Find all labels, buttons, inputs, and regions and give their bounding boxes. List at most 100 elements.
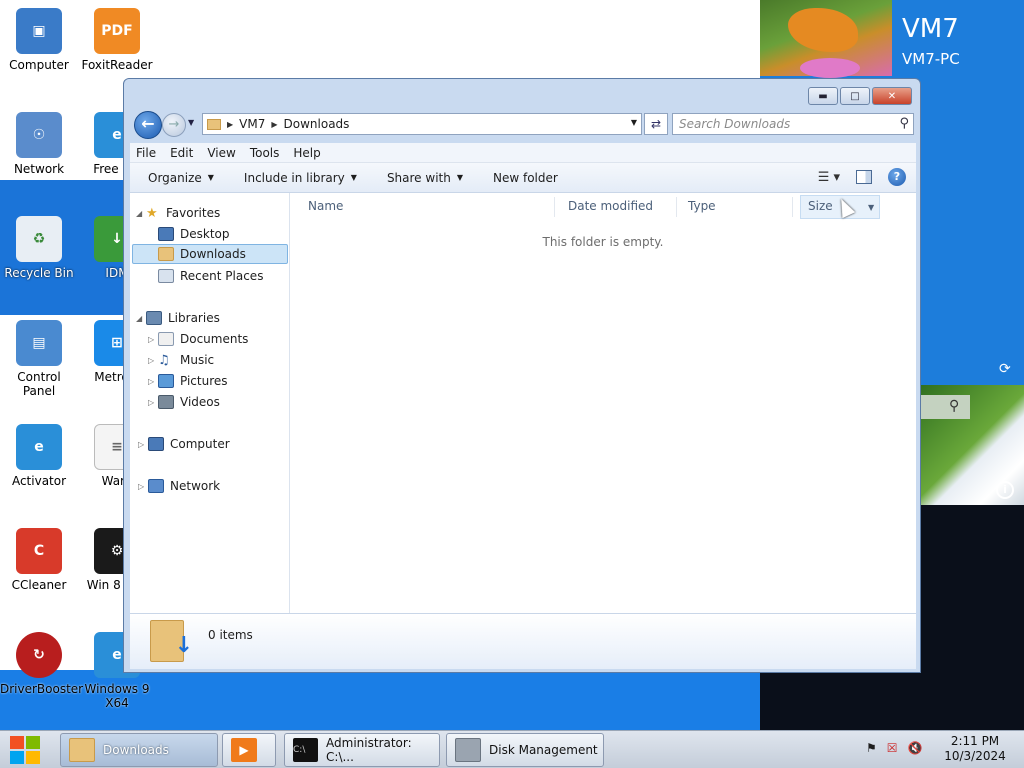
collapsed-icon[interactable]: ▷ bbox=[148, 377, 158, 386]
taskbar-item-command-prompt[interactable]: C:\ Administrator: C:\... bbox=[284, 733, 440, 767]
view-controls: ☰ ▾ ? bbox=[818, 168, 906, 186]
desktop-icon-activator[interactable]: e Activator bbox=[0, 424, 78, 488]
breadcrumb-arrow-icon[interactable]: ▶ bbox=[227, 120, 233, 129]
music-icon: ♫ bbox=[158, 353, 170, 368]
system-tray: ⚑ ☒ 🔇 bbox=[866, 741, 922, 755]
recycle-bin-icon: ♻ bbox=[16, 216, 62, 262]
ccleaner-icon: C bbox=[16, 528, 62, 574]
menu-help[interactable]: Help bbox=[293, 146, 320, 160]
tile-search-box[interactable] bbox=[920, 395, 970, 419]
collapsed-icon[interactable]: ▷ bbox=[148, 398, 158, 407]
breadcrumb-vm7[interactable]: VM7 bbox=[239, 117, 265, 131]
column-divider[interactable] bbox=[554, 197, 555, 217]
column-filter-dropdown-icon[interactable]: ▼ bbox=[868, 203, 874, 221]
help-icon[interactable]: ? bbox=[888, 168, 906, 186]
dropdown-icon: ▼ bbox=[456, 173, 463, 182]
computer-icon bbox=[148, 437, 164, 451]
breadcrumb-arrow-icon[interactable]: ▶ bbox=[271, 120, 277, 129]
navigation-pane: ◢ ★ Favorites Desktop Downloads Recent P… bbox=[130, 193, 290, 613]
file-list[interactable]: Name Date modified Type Size ▼ This fold… bbox=[290, 193, 916, 613]
desktop-icon-foxitreader[interactable]: PDF FoxitReader bbox=[78, 8, 156, 72]
desktop-icon-recycle-bin[interactable]: ♻ Recycle Bin bbox=[0, 216, 78, 280]
tree-item-music[interactable]: ▷ ♫ Music bbox=[148, 350, 214, 370]
desktop-icon-computer[interactable]: ▣ Computer bbox=[0, 8, 78, 72]
disk-management-icon bbox=[455, 738, 481, 762]
navigation-bar: ← → ▼ ▶ VM7 ▶ Downloads ▼ ⇄ Search Downl… bbox=[130, 109, 916, 139]
search-icon[interactable]: ⚲ bbox=[949, 398, 959, 414]
column-type[interactable]: Type bbox=[688, 199, 716, 217]
organize-button[interactable]: Organize ▼ bbox=[148, 171, 214, 185]
tree-libraries[interactable]: ◢ Libraries bbox=[136, 308, 220, 328]
collapsed-icon[interactable]: ▷ bbox=[148, 356, 158, 365]
vm-name: VM7 bbox=[902, 14, 959, 44]
back-button[interactable]: ← bbox=[134, 111, 162, 139]
tree-item-documents[interactable]: ▷ Documents bbox=[148, 329, 248, 349]
start-button[interactable] bbox=[8, 735, 42, 765]
desktop-icon-ccleaner[interactable]: C CCleaner bbox=[0, 528, 78, 592]
menu-edit[interactable]: Edit bbox=[170, 146, 193, 160]
menu-tools[interactable]: Tools bbox=[250, 146, 280, 160]
maximize-button[interactable]: □ bbox=[840, 87, 870, 105]
column-divider[interactable] bbox=[792, 197, 793, 217]
breadcrumb-downloads[interactable]: Downloads bbox=[284, 117, 350, 131]
column-divider[interactable] bbox=[676, 197, 677, 217]
history-dropdown-icon[interactable]: ▼ bbox=[188, 118, 194, 127]
search-icon[interactable]: ⚲ bbox=[899, 116, 909, 131]
expanded-icon[interactable]: ◢ bbox=[136, 314, 146, 323]
column-date-modified[interactable]: Date modified bbox=[568, 199, 653, 217]
desktop-icon-driverbooster[interactable]: ↻ DriverBooster bbox=[0, 632, 83, 696]
address-bar[interactable]: ▶ VM7 ▶ Downloads ▼ bbox=[202, 113, 642, 135]
expanded-icon[interactable]: ◢ bbox=[136, 209, 146, 218]
forward-button[interactable]: → bbox=[162, 113, 186, 137]
taskbar-item-downloads[interactable]: Downloads bbox=[60, 733, 218, 767]
column-name[interactable]: Name bbox=[308, 199, 343, 217]
refresh-icon[interactable]: ⟳ bbox=[999, 361, 1011, 377]
vm-subtitle: VM7-PC bbox=[902, 50, 960, 68]
tree-network[interactable]: ▷ Network bbox=[138, 476, 220, 496]
explorer-window: ▬ □ ✕ ← → ▼ ▶ VM7 ▶ Downloads ▼ ⇄ Search… bbox=[123, 78, 921, 673]
menu-bar: File Edit View Tools Help bbox=[130, 143, 916, 163]
flag-icon[interactable]: ⚑ bbox=[866, 741, 877, 755]
taskbar-item-disk-management[interactable]: Disk Management bbox=[446, 733, 604, 767]
column-size[interactable]: Size bbox=[808, 199, 833, 217]
clock-time: 2:11 PM bbox=[950, 734, 1000, 748]
include-in-library-button[interactable]: Include in library ▼ bbox=[244, 171, 357, 185]
details-pane: ↓ 0 items bbox=[130, 613, 916, 669]
search-input[interactable]: Search Downloads ⚲ bbox=[672, 113, 914, 135]
clock[interactable]: 2:11 PM 10/3/2024 bbox=[940, 734, 1010, 764]
refresh-button[interactable]: ⇄ bbox=[644, 113, 668, 135]
tree-item-downloads[interactable]: Downloads bbox=[132, 244, 288, 264]
tree-favorites[interactable]: ◢ ★ Favorites bbox=[136, 203, 220, 223]
network-status-icon[interactable]: ☒ bbox=[887, 741, 898, 755]
volume-muted-icon[interactable]: 🔇 bbox=[908, 741, 923, 755]
tree-computer[interactable]: ▷ Computer bbox=[138, 434, 230, 454]
star-icon: ★ bbox=[146, 206, 158, 221]
menu-view[interactable]: View bbox=[207, 146, 235, 160]
change-view-icon[interactable]: ☰ ▾ bbox=[818, 170, 840, 185]
tree-item-recent-places[interactable]: Recent Places bbox=[158, 266, 263, 286]
desktop-icon-control-panel[interactable]: ▤ Control Panel bbox=[0, 320, 78, 398]
collapsed-icon[interactable]: ▷ bbox=[138, 440, 148, 449]
close-button[interactable]: ✕ bbox=[872, 87, 912, 105]
new-folder-button[interactable]: New folder bbox=[493, 171, 558, 185]
collapsed-icon[interactable]: ▷ bbox=[148, 335, 158, 344]
tree-item-videos[interactable]: ▷ Videos bbox=[148, 392, 220, 412]
info-icon[interactable]: i bbox=[996, 481, 1014, 499]
folder-icon bbox=[207, 118, 221, 130]
taskbar: Downloads ▶ C:\ Administrator: C:\... Di… bbox=[0, 730, 1024, 768]
driverbooster-icon: ↻ bbox=[16, 632, 62, 678]
share-with-button[interactable]: Share with ▼ bbox=[387, 171, 463, 185]
computer-icon: ▣ bbox=[16, 8, 62, 54]
preview-pane-icon[interactable] bbox=[856, 170, 872, 184]
collapsed-icon[interactable]: ▷ bbox=[138, 482, 148, 491]
taskbar-item-media-player[interactable]: ▶ bbox=[222, 733, 276, 767]
butterfly-image-tile bbox=[760, 0, 892, 78]
tree-item-pictures[interactable]: ▷ Pictures bbox=[148, 371, 228, 391]
command-prompt-icon: C:\ bbox=[293, 738, 319, 762]
desktop-icon-network[interactable]: ☉ Network bbox=[0, 112, 78, 176]
minimize-button[interactable]: ▬ bbox=[808, 87, 838, 105]
media-player-icon: ▶ bbox=[231, 738, 257, 762]
tree-item-desktop[interactable]: Desktop bbox=[158, 224, 230, 244]
address-dropdown-icon[interactable]: ▼ bbox=[631, 118, 637, 127]
menu-file[interactable]: File bbox=[136, 146, 156, 160]
